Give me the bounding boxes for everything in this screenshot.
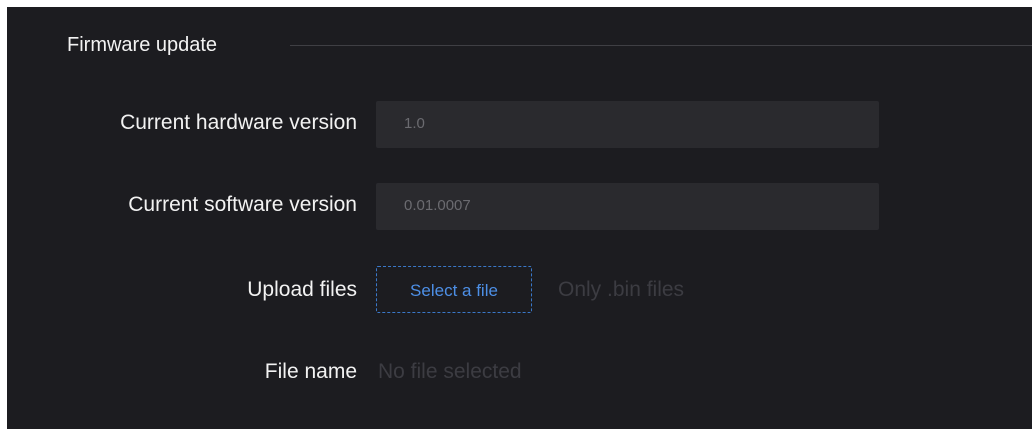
select-file-button-label: Select a file [410,281,498,300]
software-version-field: 0.01.0007 [376,183,879,230]
firmware-update-panel: Firmware update Current hardware version… [7,7,1032,429]
hardware-version-field: 1.0 [376,101,879,148]
section-divider [290,45,1032,46]
screenshot-frame: Firmware update Current hardware version… [0,0,1032,436]
upload-files-label: Upload files [247,278,357,301]
section-title: Firmware update [67,34,218,56]
file-name-label: File name [264,360,357,383]
software-version-value: 0.01.0007 [404,197,471,214]
upload-hint: Only .bin files [558,278,685,301]
select-file-button[interactable]: Select a file [376,266,532,313]
hardware-version-label: Current hardware version [120,111,357,134]
software-version-label: Current software version [128,193,357,216]
file-name-value: No file selected [378,360,522,383]
hardware-version-value: 1.0 [404,115,425,132]
